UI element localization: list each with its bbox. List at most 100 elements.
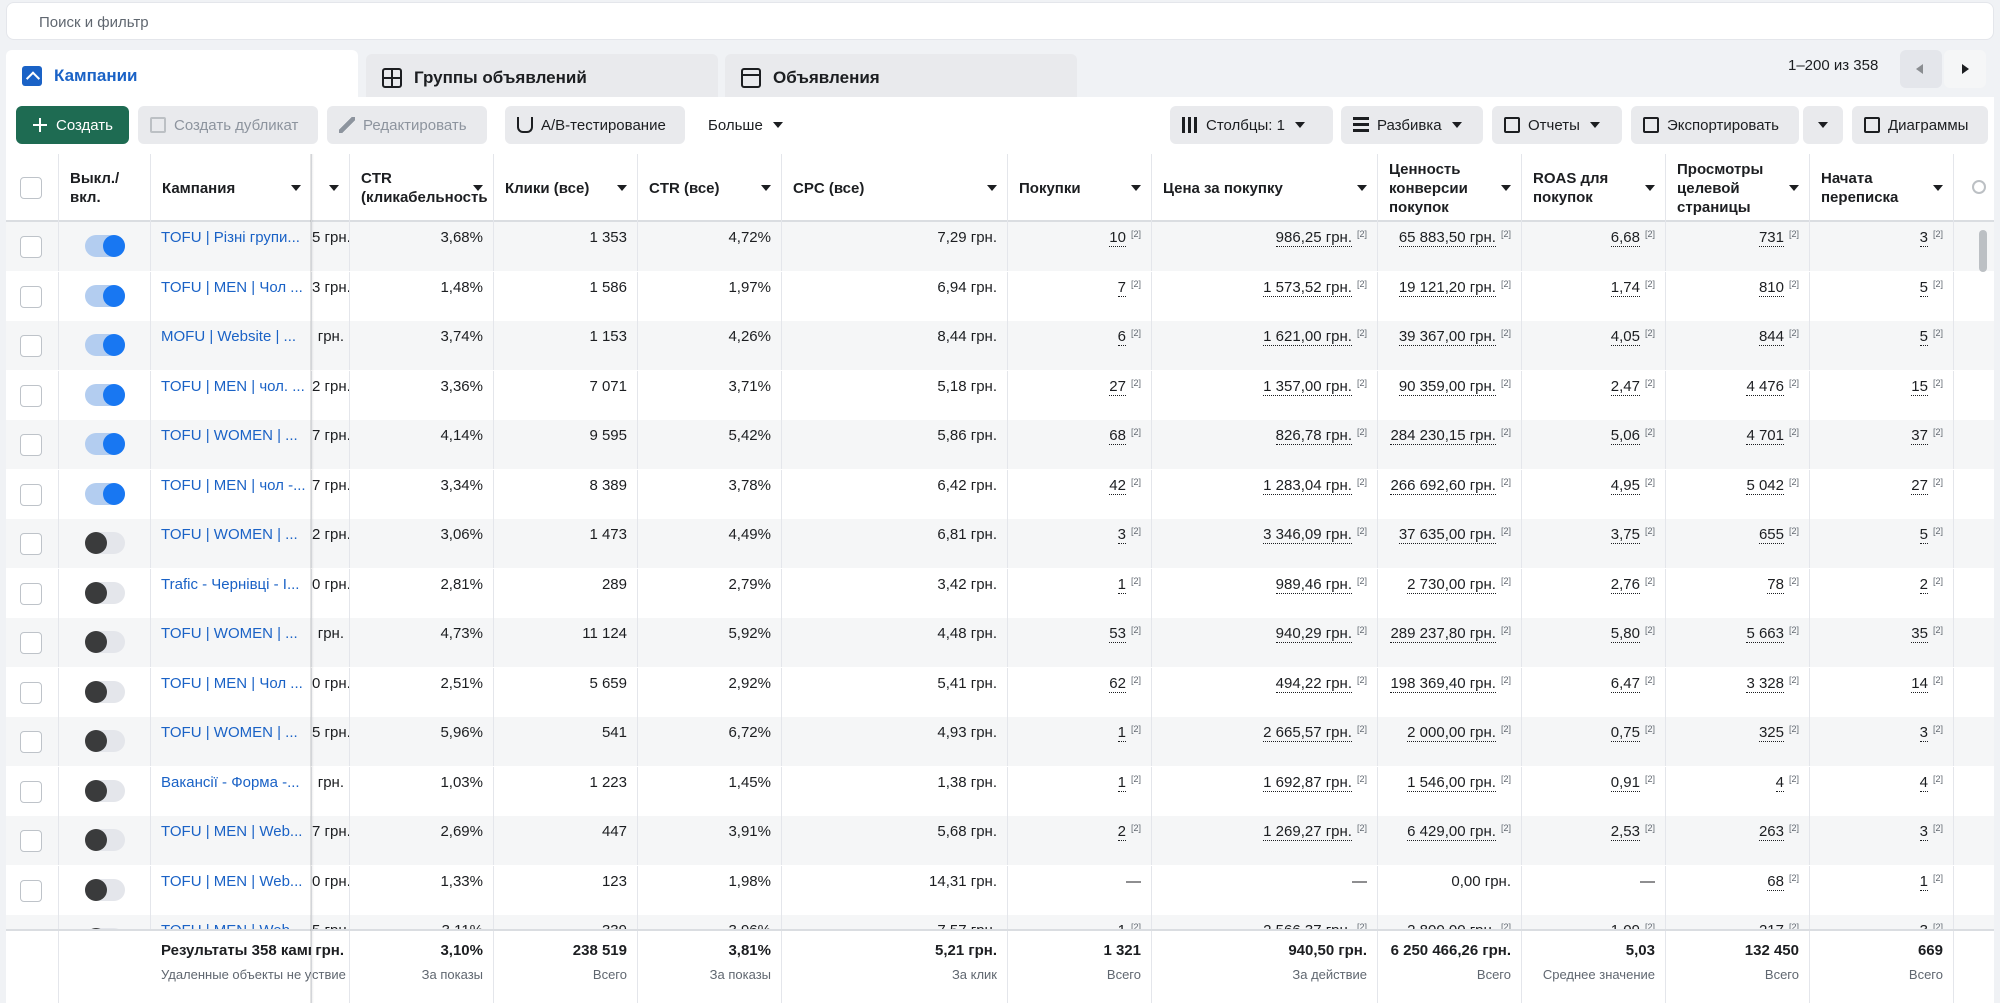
search-input[interactable]: Поиск и фильтр [39,14,149,31]
campaign-link[interactable]: TOFU | MEN | чол. ... [161,378,305,395]
campaign-link[interactable]: Trafic - Чернівці - I... [161,576,299,593]
row-checkbox[interactable] [20,582,42,605]
row-checkbox[interactable] [20,384,42,407]
campaign-toggle[interactable] [85,433,125,455]
views-cell-value: 731 [1758,229,1784,247]
prev-page-button[interactable] [1900,50,1942,88]
cpc-cell-value: 6,81 грн. [937,526,997,543]
columns-button[interactable]: Столбцы: 1 [1170,106,1333,144]
campaign-name-cell: TOFU | MEN | чол -... [151,469,312,519]
totals-roas: 5,03 Среднее значение [1522,931,1666,1003]
campaign-toggle[interactable] [85,383,125,406]
charts-button[interactable]: Диаграммы [1852,106,1988,144]
next-page-button[interactable] [1944,50,1986,88]
col-landing-views[interactable]: Просмотры целевой страницы [1666,154,1810,222]
col-cpc[interactable]: CPC (все) [782,154,1008,222]
tab-ad-sets[interactable]: Группы объявлений [366,54,718,101]
cpp-cell-value: 2 665,57 грн. [1263,724,1352,742]
col-cost-per-purchase[interactable]: Цена за покупку [1152,154,1378,222]
select-all-checkbox[interactable] [20,177,42,199]
cut-value: 7 грн. [312,476,350,494]
campaign-toggle[interactable] [85,532,125,554]
row-checkbox[interactable] [20,681,42,704]
campaign-toggle[interactable] [85,779,125,802]
tab-ads[interactable]: Объявления [725,54,1077,101]
campaign-link[interactable]: TOFU | MEN | Web... [161,873,302,890]
row-checkbox[interactable] [20,285,42,308]
col-messaging[interactable]: Начата переписка [1810,154,1954,222]
campaign-toggle[interactable] [85,680,125,703]
row-checkbox[interactable] [20,830,42,852]
footnote-marker: [2] [1788,377,1799,388]
footnote-marker: [2] [1932,476,1943,487]
campaign-toggle[interactable] [85,730,125,752]
row-toggle-cell [59,568,151,618]
campaign-link[interactable]: TOFU | WOMEN | ... [161,427,298,444]
msg-cell-value: 5 [1919,526,1928,544]
add-column-icon[interactable] [1972,180,1986,194]
row-select-cell [6,271,59,321]
campaign-toggle[interactable] [85,631,125,653]
campaign-toggle[interactable] [85,878,125,901]
row-checkbox[interactable] [20,335,42,357]
reports-button[interactable]: Отчеты [1492,106,1622,144]
campaign-toggle[interactable] [85,581,125,604]
col-clicks[interactable]: Клики (все) [494,154,638,222]
col-purchases[interactable]: Покупки [1008,154,1152,222]
export-button[interactable]: Экспортировать [1631,106,1799,144]
totals-ctr-all-sub: За показы [709,967,771,982]
campaign-link[interactable]: MOFU | Website | ... [161,328,296,345]
col-hidden[interactable] [312,154,350,222]
campaign-link[interactable]: TOFU | MEN | Web... [161,823,302,840]
more-button[interactable]: Больше [696,106,796,144]
col-ctr-all[interactable]: CTR (все) [638,154,782,222]
footnote-marker: [2] [1644,328,1655,338]
col-campaign[interactable]: Кампания [151,154,312,222]
export-dropdown-button[interactable] [1803,106,1843,144]
edit-button[interactable]: Редактировать [327,106,487,144]
campaign-link[interactable]: TOFU | MEN | Чол ... [161,279,303,296]
chevron-right-icon [1962,64,1969,74]
search-bar[interactable]: Поиск и фильтр [6,2,1994,40]
ctr-all-cell-value: 5,42% [728,427,771,444]
row-checkbox[interactable] [20,780,42,803]
col-roas[interactable]: ROAS для покупок [1522,154,1666,222]
col-toggle[interactable]: Выкл./вкл. [59,154,151,222]
roas-cell-value: 2,53 [1610,823,1640,841]
campaign-toggle[interactable] [85,235,125,257]
campaign-toggle[interactable] [85,482,125,505]
row-checkbox[interactable] [20,434,42,456]
row-checkbox[interactable] [20,483,42,506]
campaign-toggle[interactable] [85,284,125,307]
campaign-toggle[interactable] [85,829,125,851]
campaign-link[interactable]: TOFU | MEN | Чол ... [161,675,303,692]
create-button[interactable]: Создать [16,106,129,144]
duplicate-button[interactable]: Создать дубликат [138,106,318,144]
col-ctr-link[interactable]: CTR (кликабельность [350,154,494,222]
msg-cell-value: 5 [1919,278,1928,297]
campaign-link[interactable]: TOFU | WOMEN | ... [161,724,298,741]
ctr-link-cell-value: 3,36% [440,377,483,395]
totals-purchases-value: 1 321 [1103,942,1141,959]
campaign-link[interactable]: TOFU | WOMEN | ... [161,625,298,642]
campaign-name-cell: TOFU | WOMEN | ... [151,618,312,667]
campaign-link[interactable]: TOFU | WOMEN | ... [161,526,298,543]
row-checkbox[interactable] [20,879,42,902]
breakdown-button[interactable]: Разбивка [1341,106,1483,144]
campaign-link[interactable]: TOFU | MEN | чол -... [161,477,306,494]
campaign-link[interactable]: Вакансії - Форма -... [161,774,300,791]
row-checkbox[interactable] [20,533,42,555]
campaign-link[interactable]: TOFU | Різні групи... [161,229,300,246]
chevron-down-icon [1294,122,1305,128]
ab-test-button[interactable]: A/B-тестирование [505,106,685,144]
vertical-scrollbar[interactable] [1979,230,1987,272]
row-checkbox[interactable] [20,731,42,753]
row-checkbox[interactable] [20,632,42,654]
campaign-toggle[interactable] [85,334,125,356]
roas-cell-value: 2,47 [1610,377,1640,396]
ctr-link-cell-value: 2,51% [440,674,483,692]
tab-campaigns[interactable]: Кампании [6,50,358,102]
col-conv-value[interactable]: Ценность конверсии покупок [1378,154,1522,222]
row-checkbox[interactable] [20,236,42,258]
ctr-all-cell: 2,92% [638,667,782,717]
